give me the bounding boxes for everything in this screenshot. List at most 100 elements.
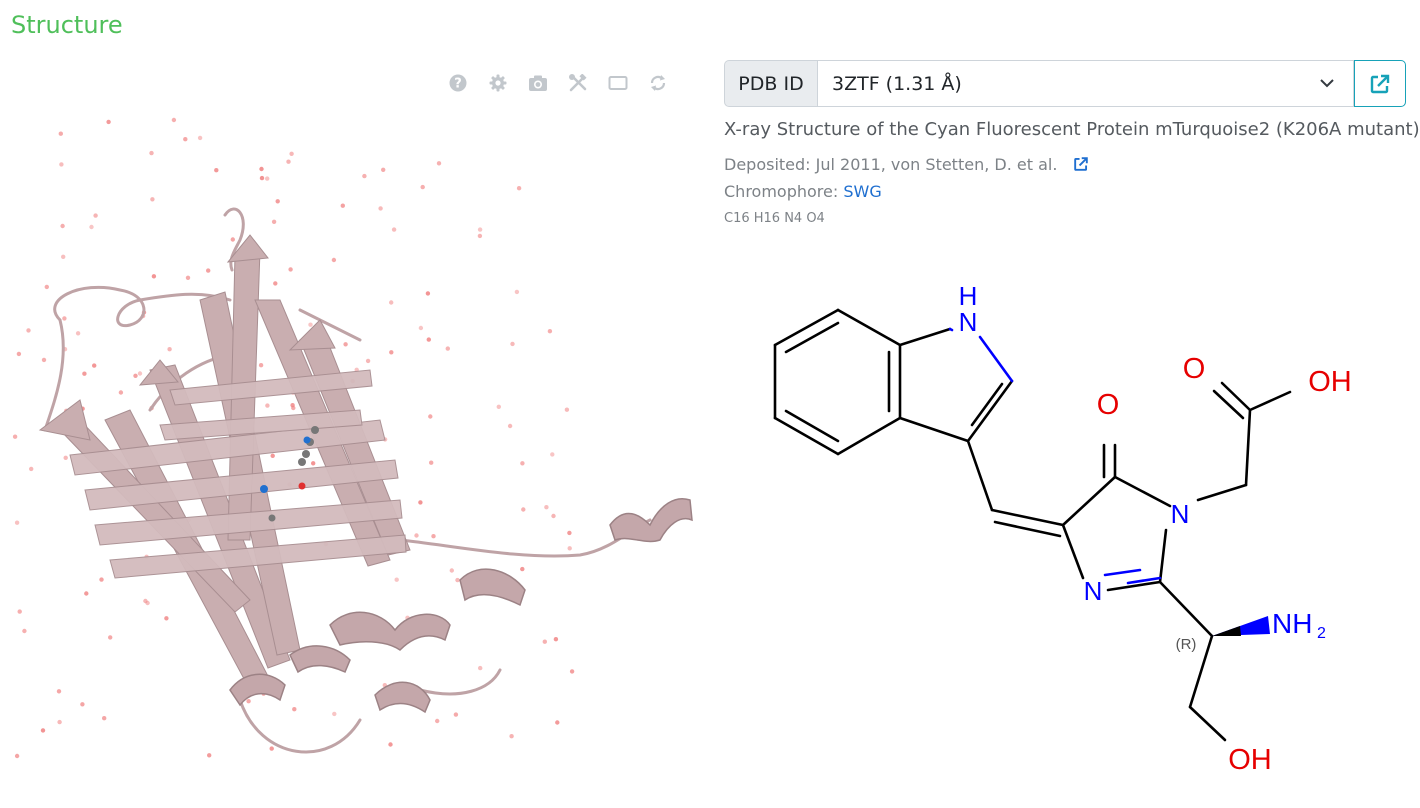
atom-o-carbonyl-acid-label: O bbox=[1183, 353, 1206, 385]
water-dot bbox=[389, 300, 394, 305]
water-dot bbox=[555, 720, 560, 725]
water-dot bbox=[29, 466, 34, 472]
water-dot bbox=[389, 350, 394, 355]
fullscreen-icon[interactable] bbox=[598, 72, 638, 94]
atom-nh2-label: NH bbox=[1272, 608, 1312, 639]
atom-n3-label: N bbox=[1084, 576, 1103, 606]
water-dot bbox=[365, 358, 371, 364]
pdb-id-selected-value: 3ZTF (1.31 Å) bbox=[832, 72, 962, 95]
water-dot bbox=[206, 268, 211, 273]
protein-cartoon[interactable] bbox=[0, 60, 700, 808]
water-dot bbox=[259, 166, 264, 172]
water-dot bbox=[99, 577, 104, 582]
water-dot bbox=[106, 119, 111, 125]
water-dot bbox=[12, 434, 18, 439]
water-dot bbox=[56, 689, 62, 694]
water-dot bbox=[14, 520, 20, 525]
water-dot bbox=[63, 455, 68, 460]
water-dot bbox=[183, 137, 188, 142]
water-dot bbox=[308, 322, 313, 327]
water-dot bbox=[521, 507, 526, 512]
water-dot bbox=[516, 186, 522, 191]
atom-n-indole-label: N bbox=[959, 307, 978, 337]
water-dot bbox=[311, 461, 316, 466]
chevron-down-icon bbox=[1320, 79, 1334, 88]
water-dot bbox=[435, 718, 440, 724]
tools-icon[interactable] bbox=[558, 72, 598, 94]
chromophore-label: Chromophore: bbox=[724, 182, 844, 201]
water-dot bbox=[143, 598, 148, 604]
water-dot bbox=[58, 131, 63, 136]
water-dot bbox=[431, 534, 436, 539]
water-dot bbox=[60, 223, 65, 229]
water-dot bbox=[84, 591, 89, 596]
water-dot bbox=[391, 227, 397, 232]
external-link-icon[interactable] bbox=[1073, 156, 1089, 172]
water-dot bbox=[16, 351, 22, 357]
water-dot bbox=[445, 346, 450, 351]
deposited-info: Deposited: Jul 2011, von Stetten, D. et … bbox=[724, 155, 1089, 174]
water-dot bbox=[564, 407, 570, 412]
water-dot bbox=[82, 371, 87, 376]
water-dot bbox=[44, 284, 49, 290]
atom-oh-hydroxyl-label: OH bbox=[1228, 744, 1272, 776]
water-dot bbox=[275, 199, 280, 204]
water-dot bbox=[362, 173, 367, 179]
water-dot bbox=[259, 175, 265, 181]
water-dot bbox=[331, 257, 337, 263]
water-dot bbox=[61, 254, 66, 259]
water-dot bbox=[569, 669, 575, 674]
water-dot bbox=[137, 371, 143, 376]
water-dot bbox=[567, 546, 572, 551]
water-dot bbox=[509, 734, 514, 739]
water-dot bbox=[133, 373, 138, 378]
water-dot bbox=[273, 281, 278, 286]
atom-o-ketone-label: O bbox=[1097, 389, 1120, 421]
water-dot bbox=[171, 117, 177, 123]
water-dot bbox=[544, 505, 549, 510]
water-dot bbox=[102, 716, 107, 721]
water-dot bbox=[394, 577, 399, 582]
open-pdb-external-button[interactable] bbox=[1354, 60, 1406, 107]
external-link-icon bbox=[1370, 74, 1390, 93]
deposited-value: Jul 2011, von Stetten, D. et al. bbox=[815, 155, 1058, 174]
water-dot bbox=[80, 702, 85, 707]
water-dot bbox=[291, 405, 296, 411]
water-dot bbox=[381, 167, 386, 172]
settings-icon[interactable] bbox=[478, 72, 518, 94]
chromophore-structure-diagram: H N O OH O N N (R) NH 2 OH bbox=[773, 281, 1352, 776]
water-dot bbox=[93, 213, 98, 218]
water-dot bbox=[40, 728, 46, 733]
water-dot bbox=[246, 699, 251, 704]
water-dot bbox=[62, 316, 67, 321]
water-dot bbox=[550, 452, 555, 457]
camera-icon[interactable] bbox=[518, 72, 558, 94]
atom-n1-label: N bbox=[1171, 499, 1190, 529]
water-dot bbox=[150, 197, 155, 202]
water-dot bbox=[214, 168, 219, 173]
water-dot bbox=[265, 403, 270, 408]
pdb-id-select[interactable]: 3ZTF (1.31 Å) bbox=[817, 60, 1354, 107]
water-dot bbox=[41, 357, 47, 363]
water-dot bbox=[477, 227, 483, 232]
spin-icon[interactable] bbox=[638, 72, 678, 94]
water-dot bbox=[332, 711, 337, 717]
chromophore-link[interactable]: SWG bbox=[843, 182, 881, 201]
water-dot bbox=[118, 390, 124, 395]
water-dot bbox=[265, 176, 270, 181]
stereo-r-label: (R) bbox=[1176, 636, 1197, 653]
water-dot bbox=[164, 616, 169, 621]
water-dot bbox=[185, 275, 191, 280]
water-dot bbox=[520, 566, 525, 572]
water-dot bbox=[207, 753, 212, 758]
pdb-id-input-group: PDB ID 3ZTF (1.31 Å) bbox=[724, 60, 1406, 107]
water-dot bbox=[270, 453, 275, 458]
help-icon[interactable]: ? bbox=[438, 72, 478, 94]
section-title: Structure bbox=[11, 11, 123, 39]
water-dot bbox=[453, 712, 459, 717]
pdb-id-label: PDB ID bbox=[724, 60, 817, 107]
water-dot bbox=[520, 461, 525, 466]
water-dot bbox=[343, 342, 348, 347]
water-dot bbox=[14, 753, 20, 759]
protein-3d-viewer[interactable]: ? bbox=[0, 60, 700, 808]
